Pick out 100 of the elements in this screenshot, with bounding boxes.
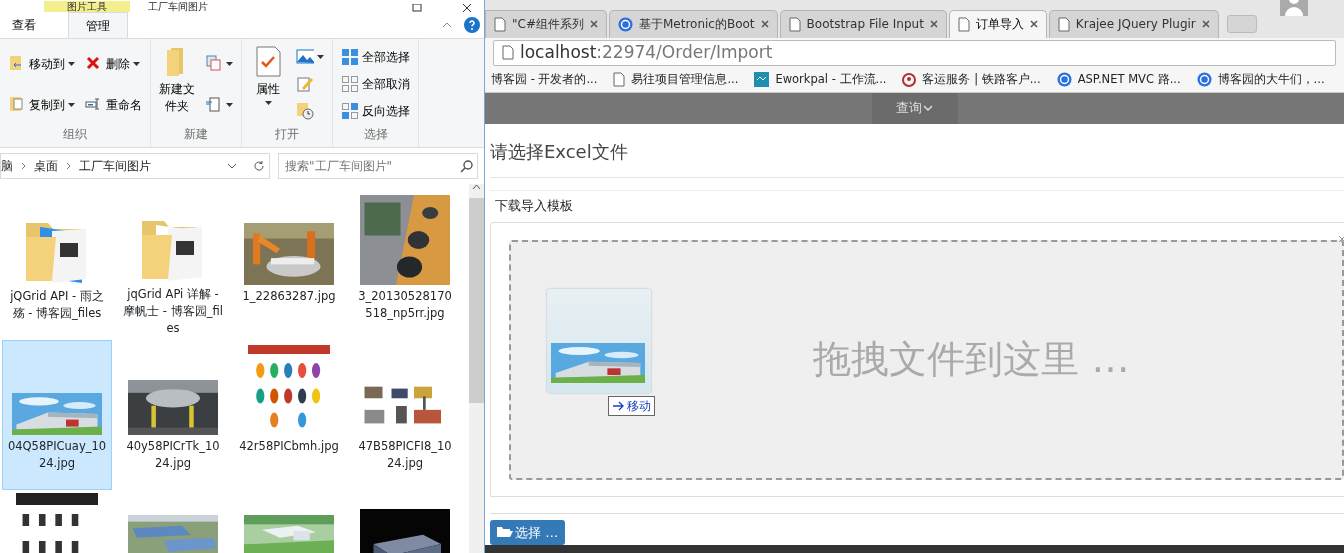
- ribbon-button[interactable]: 全部选择: [339, 46, 412, 67]
- nav-menu[interactable]: 查询: [871, 93, 958, 124]
- caret-icon: [68, 61, 75, 66]
- image-icon: [296, 47, 314, 66]
- new-item-icon: [205, 54, 223, 73]
- chevron-icon: [66, 162, 71, 170]
- file-item[interactable]: jqGrid APi 详解 - 摩帆士 - 博客园_files: [118, 190, 228, 340]
- drop-zone[interactable]: 移动 拖拽文件到这里 …: [509, 239, 1344, 480]
- browser-tab[interactable]: 订单导入: [948, 9, 1047, 38]
- browse-button[interactable]: 选择 …: [490, 519, 566, 546]
- ribbon-button[interactable]: [203, 53, 235, 74]
- breadcrumb[interactable]: 桌面: [34, 157, 58, 175]
- ribbon-button[interactable]: 新建文件夹: [157, 43, 197, 125]
- ring-logo-icon: [902, 72, 917, 87]
- bookmark[interactable]: 客运服务 | 铁路客户...: [902, 71, 1041, 89]
- chevron-down-icon: [923, 105, 933, 112]
- ribbon-button[interactable]: 全部取消: [339, 74, 412, 94]
- logo-icon: [1196, 72, 1212, 88]
- file-name: 04Q58PICuay_1024.jpg: [7, 438, 107, 472]
- close-icon[interactable]: [462, 4, 472, 12]
- logo-icon: [1056, 72, 1072, 88]
- page-icon: [613, 72, 626, 88]
- group-label: 选择: [362, 126, 389, 143]
- drop-hint: 移动: [608, 395, 655, 416]
- template-link[interactable]: 下载导入模板: [490, 189, 1344, 222]
- close-icon[interactable]: [1029, 20, 1038, 29]
- caret-icon: [264, 101, 272, 105]
- address-bar[interactable]: 脑 桌面 工厂车间图片: [0, 153, 270, 179]
- breadcrumb[interactable]: 脑: [1, 157, 13, 175]
- refresh-icon[interactable]: [253, 160, 265, 172]
- file-item[interactable]: 40y58PICrTk_1024.jpg: [118, 340, 228, 490]
- file-name: 47B58PICFI8_1024.jpg: [357, 438, 453, 472]
- ribbon-button[interactable]: [203, 94, 235, 115]
- ribbon-tab[interactable]: 查看: [0, 12, 48, 38]
- file-item[interactable]: 47B58PICFI8_1024.jpg: [350, 340, 460, 490]
- bookmark[interactable]: Eworkpal - 工作流...: [754, 71, 887, 89]
- history-icon: [296, 102, 314, 121]
- logo-icon: [617, 16, 633, 32]
- file-name: jQGrid API - 雨之殇 - 博客园_files: [9, 288, 105, 322]
- ribbon-button[interactable]: 删除: [83, 53, 144, 74]
- file-name: jqGrid APi 详解 - 摩帆士 - 博客园_files: [123, 286, 223, 337]
- page-icon: [788, 16, 801, 32]
- page-icon: [502, 45, 514, 60]
- select-all-icon: [341, 47, 359, 66]
- wave-logo-icon: [754, 72, 770, 88]
- caret-icon: [133, 61, 140, 66]
- page-icon: [1057, 16, 1070, 32]
- ribbon-button[interactable]: 属性: [248, 43, 288, 125]
- caret-icon: [68, 102, 75, 107]
- group-label: 打开: [274, 126, 300, 143]
- scrollbar-thumb[interactable]: [469, 198, 484, 403]
- chevron-icon: [21, 162, 26, 170]
- select-none-icon: [341, 75, 359, 93]
- file-name: 3_20130528170518_np5rr.jpg: [357, 288, 453, 322]
- invert-selection-icon: [341, 102, 359, 121]
- window-title: 工厂车间图片: [148, 1, 208, 12]
- file-item[interactable]: 3_20130528170518_np5rr.jpg: [350, 190, 460, 340]
- folder-open-icon: [497, 526, 513, 539]
- easy-access-icon: [205, 95, 223, 114]
- ribbon-button[interactable]: 重命名: [83, 94, 144, 115]
- file-name: 1_22863287.jpg: [241, 288, 337, 305]
- caret-icon: [226, 102, 233, 107]
- tab-label: 图片工具: [44, 1, 130, 12]
- copy-to-icon: [8, 95, 26, 114]
- ribbon-tab[interactable]: 管理: [68, 12, 128, 38]
- page-heading: 请选择Excel文件: [490, 123, 1344, 178]
- file-item[interactable]: 1_22863287.jpg: [234, 190, 344, 340]
- caret-icon: [317, 54, 324, 59]
- edit-icon: [296, 75, 314, 93]
- browser-tab[interactable]: Bootstrap File Input: [779, 9, 947, 38]
- breadcrumb[interactable]: 工厂车间图片: [79, 157, 151, 175]
- group-label: 新建: [183, 126, 209, 143]
- search-field[interactable]: 搜索"工厂车间图片": [278, 153, 478, 179]
- group-label: 组织: [62, 126, 88, 143]
- help-icon[interactable]: [464, 17, 480, 33]
- maximize-icon[interactable]: [412, 4, 422, 12]
- browser-tab[interactable]: "C#组件系列: [485, 9, 607, 38]
- file-item[interactable]: 42r58PICbmh.jpg: [234, 340, 344, 490]
- bookmark[interactable]: ASP.NET MVC 路...: [1056, 71, 1181, 89]
- caret-icon: [226, 61, 233, 66]
- ribbon-button[interactable]: [294, 46, 326, 67]
- arrow-icon: [612, 400, 624, 411]
- page-icon: [494, 16, 506, 32]
- bookmark[interactable]: 博客园 - 开发者的...: [491, 71, 598, 89]
- file-name: 40y58PICrTk_1024.jpg: [125, 438, 221, 472]
- ribbon-button[interactable]: 反向选择: [339, 101, 412, 122]
- dropdown-icon[interactable]: [227, 163, 237, 169]
- file-item[interactable]: 04Q58PICuay_1024.jpg: [2, 340, 112, 490]
- browser-tab[interactable]: Krajee JQuery Plugir: [1048, 9, 1219, 38]
- bookmark[interactable]: 易往项目管理信息...: [613, 71, 739, 89]
- collapse-icon[interactable]: [442, 22, 452, 28]
- browser-tab[interactable]: 基于Metronic的Boot: [608, 9, 778, 38]
- bookmark[interactable]: 博客园的大牛们，...: [1196, 71, 1325, 89]
- scroll-up-icon[interactable]: [472, 184, 481, 190]
- address-field[interactable]: localhost:22974/Order/Import: [493, 39, 1336, 66]
- file-item[interactable]: jQGrid API - 雨之殇 - 博客园_files: [2, 190, 112, 340]
- drop-prompt: 拖拽文件到这里 …: [813, 336, 1130, 384]
- ribbon-button[interactable]: 复制到: [6, 94, 77, 115]
- ribbon-button[interactable]: 移动到: [6, 53, 77, 74]
- page-icon: [957, 16, 970, 32]
